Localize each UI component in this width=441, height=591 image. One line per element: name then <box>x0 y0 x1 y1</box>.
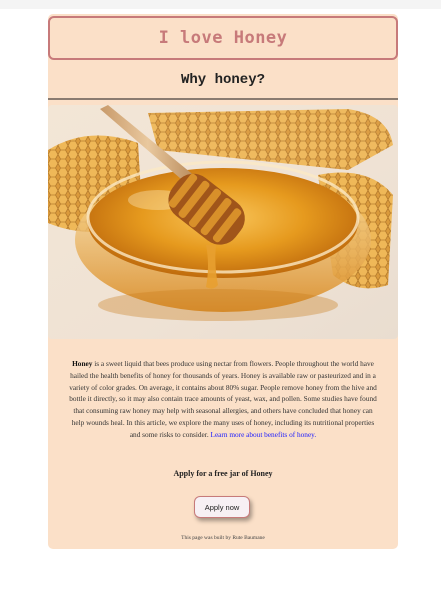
page-title: I love Honey <box>158 28 288 48</box>
apply-heading: Apply for a free jar of Honey <box>173 469 273 478</box>
divider <box>48 98 398 100</box>
apply-now-button[interactable]: Apply now <box>194 496 250 518</box>
page-header: I love Honey <box>48 16 398 60</box>
honey-hero-image <box>48 105 398 339</box>
learn-more-link[interactable]: Learn more about benefits of honey. <box>210 430 316 439</box>
footer-credit: This page was built by Rute Baumane <box>181 535 265 541</box>
article-body: is a sweet liquid that bees produce usin… <box>69 359 377 439</box>
honey-term: Honey <box>72 359 93 368</box>
section-heading: Why honey? <box>180 72 265 88</box>
page-card: I love Honey Why honey? Honey is a sweet… <box>48 14 398 549</box>
honey-article: Honey is a sweet liquid that bees produc… <box>68 358 378 441</box>
browser-top-strip <box>0 0 441 9</box>
